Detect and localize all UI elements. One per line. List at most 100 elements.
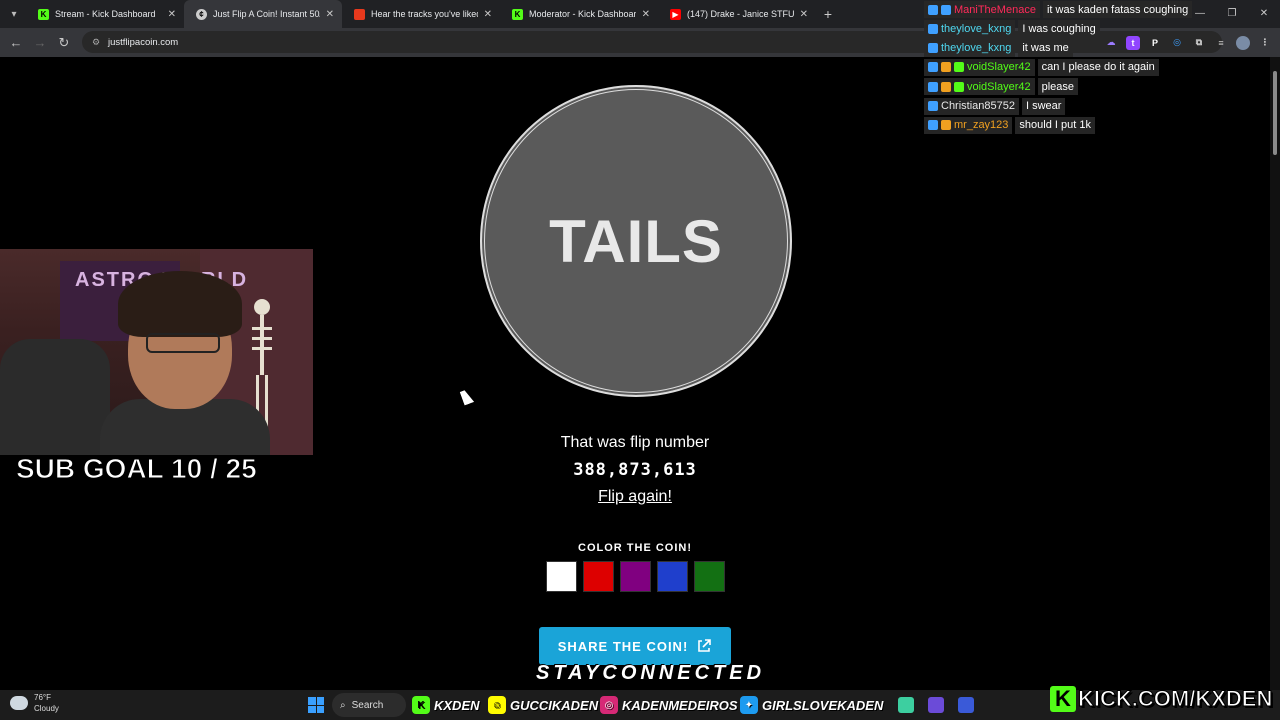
tab-moderator-kick-dashboard[interactable]: K Moderator - Kick Dashboard ✕ [500, 0, 658, 28]
url-text: justflipacoin.com [108, 36, 179, 48]
taskbar-search[interactable]: ⌕ Search [332, 693, 406, 717]
chat-username-chip[interactable]: voidSlayer42 [924, 58, 1035, 76]
scrollbar-thumb[interactable] [1273, 71, 1277, 155]
search-label: Search [351, 699, 384, 711]
social-twitter: ✦ GIRLSLOVEKADEN [740, 694, 883, 716]
chat-badge-icon [928, 23, 938, 34]
tab-title: Stream - Kick Dashboard [55, 9, 156, 19]
chat-username: theylove_kxng [941, 22, 1012, 35]
forward-icon[interactable]: → [28, 35, 52, 50]
tab-soundcloud-likes[interactable]: Hear the tracks you've liked: on ✕ [342, 0, 500, 28]
chat-username-chip[interactable]: mr_zay123 [924, 116, 1013, 134]
chat-username-chip[interactable]: theylove_kxng [924, 20, 1016, 38]
youtube-icon: ▶ [670, 8, 681, 20]
p-icon[interactable]: P [1148, 36, 1162, 50]
chat-message-text: it was kaden fatass coughing [1042, 1, 1193, 18]
chat-badge-icon [941, 4, 951, 15]
chat-username-chip[interactable]: theylove_kxng [924, 39, 1016, 57]
chat-username-chip[interactable]: ManiTheMenace [924, 1, 1040, 18]
chat-badge-icon [928, 4, 938, 15]
puzzle-icon[interactable]: ⧉ [1192, 36, 1206, 50]
cloud-icon [10, 696, 28, 710]
profile-avatar-icon[interactable] [1236, 35, 1250, 50]
chat-badge-icon [928, 43, 938, 54]
social-kick: K KXDEN [412, 694, 480, 716]
share-the-coin-button[interactable]: SHARE THE COIN! [539, 627, 731, 665]
taskbar-app-icon[interactable] [898, 697, 914, 713]
close-icon[interactable]: ✕ [168, 9, 176, 20]
tab-title: Just Flip A Coin! Instant 50/50 C [213, 9, 320, 19]
chat-message: theylove_kxng it was me [924, 39, 1073, 57]
twitch-icon[interactable]: t [1126, 35, 1140, 50]
extension-icon[interactable]: ◎ [1170, 36, 1184, 50]
site-info-icon[interactable]: ⚙ [90, 36, 102, 48]
tab-title: Hear the tracks you've liked: on [371, 9, 478, 19]
kick-icon: K [38, 8, 49, 20]
chat-message-text: I was coughing [1018, 20, 1100, 38]
chair [0, 339, 110, 455]
new-tab-button[interactable]: + [816, 6, 840, 22]
chat-message-text: should I put 1k [1015, 116, 1095, 134]
close-icon[interactable]: ✕ [326, 9, 334, 20]
chat-message-text: can I please do it again [1037, 58, 1159, 76]
twitter-icon: ✦ [740, 696, 758, 714]
reload-icon[interactable]: ↻ [52, 35, 76, 51]
extension-icon[interactable]: ☁ [1104, 36, 1118, 50]
chat-message: theylove_kxng I was coughing [924, 20, 1100, 38]
chat-badge-icon [928, 62, 938, 73]
social-snapchat: ☺ GUCCIKADEN [488, 694, 598, 716]
social-instagram: ◎ KADENMEDEIROS [600, 694, 738, 716]
maximize-icon[interactable]: ❐ [1216, 0, 1248, 28]
swatch-green[interactable] [694, 561, 725, 592]
swatch-purple[interactable] [620, 561, 651, 592]
chat-message: ManiTheMenace it was kaden fatass coughin… [924, 1, 1193, 18]
streamer-glasses [146, 333, 220, 353]
kick-icon: K [512, 8, 523, 20]
back-icon[interactable]: ← [4, 35, 28, 50]
flip-again-link[interactable]: Flip again! [598, 488, 672, 505]
stay-connected-text: STAYCONNECTED [536, 662, 766, 684]
swatch-white[interactable] [546, 561, 577, 592]
extensions-bar: ☁ t P ◎ ⧉ ≡ ⋮ [1104, 28, 1272, 57]
weather-widget[interactable]: 76°F Cloudy [10, 692, 59, 714]
chat-badge-icon [941, 81, 951, 92]
chat-badge-icon [928, 101, 938, 111]
tab-just-flip-a-coin[interactable]: ¢ Just Flip A Coin! Instant 50/50 C ✕ [184, 0, 342, 28]
taskbar-app-icon[interactable] [928, 697, 944, 713]
swatch-red[interactable] [583, 561, 614, 592]
tab-title: (147) Drake - Janice STFU - You [687, 9, 794, 19]
chat-message-text: it was me [1018, 39, 1073, 57]
tab-youtube-drake[interactable]: ▶ (147) Drake - Janice STFU - You ✕ [658, 0, 816, 28]
page-scrollbar[interactable] [1270, 57, 1280, 690]
kick-logo-icon: K [1050, 686, 1076, 712]
taskbar-app-icon[interactable] [958, 697, 974, 713]
playlist-icon[interactable]: ≡ [1214, 36, 1228, 50]
chat-message-text: please [1037, 78, 1079, 96]
kebab-menu-icon[interactable]: ⋮ [1258, 36, 1272, 50]
streamer-hair [118, 271, 242, 337]
chat-message: mr_zay123 should I put 1k [924, 116, 1095, 134]
windows-start-icon[interactable] [308, 697, 324, 713]
coin[interactable]: TAILS [480, 85, 792, 397]
close-icon[interactable]: ✕ [484, 9, 492, 20]
kick-icon: K [412, 696, 430, 714]
tab-stream-kick-dashboard[interactable]: K Stream - Kick Dashboard ✕ [26, 0, 184, 28]
chat-username-chip[interactable]: Christian85752 [924, 97, 1019, 115]
close-icon[interactable]: ✕ [800, 9, 808, 20]
social-handle: KADENMEDEIROS [622, 697, 738, 713]
tab-search-icon[interactable]: ▾ [2, 3, 26, 25]
chat-message: Christian85752 I swear [924, 97, 1066, 115]
window-controls: — ❐ ✕ [1184, 0, 1280, 28]
close-icon[interactable]: ✕ [642, 9, 650, 20]
weather-temp: 76°F [34, 693, 51, 702]
external-link-icon [698, 639, 712, 652]
kick-url-text: KICK.COM/KXDEN [1077, 686, 1273, 712]
chat-badge-icon [941, 120, 951, 131]
chat-badge-icon [954, 62, 964, 73]
weather-condition: Cloudy [34, 704, 59, 713]
close-window-icon[interactable]: ✕ [1248, 0, 1280, 28]
instagram-icon: ◎ [600, 696, 618, 714]
chat-username-chip[interactable]: voidSlayer42 [924, 78, 1035, 96]
swatch-blue[interactable] [657, 561, 688, 592]
chat-message-text: I swear [1022, 97, 1066, 115]
